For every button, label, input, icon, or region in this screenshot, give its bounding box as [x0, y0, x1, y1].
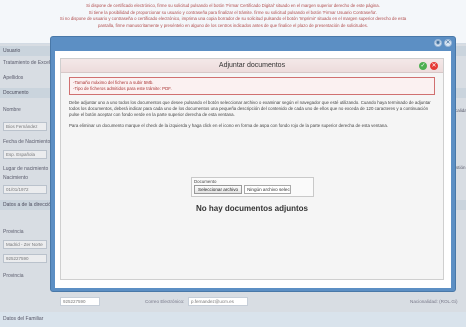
delete-icon[interactable]: ✕: [430, 62, 438, 70]
telefono-field-2[interactable]: 925227590: [60, 297, 100, 306]
select-file-button[interactable]: Seleccionar archivo: [194, 185, 243, 194]
email-label: Correo Electrónico:: [145, 299, 185, 304]
outer-modal-window: ◉ ✕ Adjuntar documentos ✓ ✕ -Tamaño máxi…: [50, 36, 456, 292]
empty-documents-message: No hay documentos adjuntos: [195, 204, 308, 213]
instructions: Debe adjuntar uno a uno todos los docume…: [69, 100, 435, 129]
dialog-title: Adjuntar documentos: [218, 62, 286, 69]
outer-modal-titlebar[interactable]: ◉ ✕: [51, 37, 455, 50]
notice-line: Si no dispone de usuario y contraseña o …: [59, 16, 407, 22]
file-name-display: Ningún archivo seleccionado: [244, 185, 292, 194]
outer-modal-body: Adjuntar documentos ✓ ✕ -Tamaño máximo d…: [55, 51, 451, 288]
attach-documents-dialog: Adjuntar documentos ✓ ✕ -Tamaño máximo d…: [60, 58, 444, 280]
instruction-attach: Debe adjuntar uno a uno todos los docume…: [69, 100, 431, 117]
notice-line: Si tiene la posibilidad de proporcionar …: [88, 9, 378, 15]
instruction-delete: Para eliminar un documento marque el che…: [69, 123, 389, 129]
restore-icon[interactable]: ◉: [434, 39, 442, 47]
section-familiar: Datos del Familiar: [0, 312, 466, 327]
document-upload-box: Documento Seleccionar archivo Ningún arc…: [191, 177, 314, 197]
file-type-text: -Tipo de ficheros admitidos para este tr…: [73, 86, 172, 91]
accept-icon[interactable]: ✓: [419, 62, 427, 70]
nacionalidad-label: Nacionalidad: (ROL.Gi): [410, 299, 458, 304]
contact-row: 925227590 Correo Electrónico: p.fernande…: [0, 296, 466, 308]
email-field[interactable]: p.fernandez@ucm.es: [188, 297, 248, 306]
close-icon[interactable]: ✕: [444, 39, 452, 47]
notice-line: pantalla, firme manuscritamente y presén…: [98, 22, 368, 28]
file-input[interactable]: Seleccionar archivo Ningún archivo selec…: [192, 185, 313, 194]
dialog-titlebar: Adjuntar documentos ✓ ✕: [61, 59, 443, 73]
notice-line: Si dispone de certificado electrónico, f…: [86, 3, 380, 8]
file-limits-box: -Tamaño máximo del fichero a subir 5Mb. …: [69, 77, 435, 95]
document-label: Documento: [194, 179, 217, 184]
